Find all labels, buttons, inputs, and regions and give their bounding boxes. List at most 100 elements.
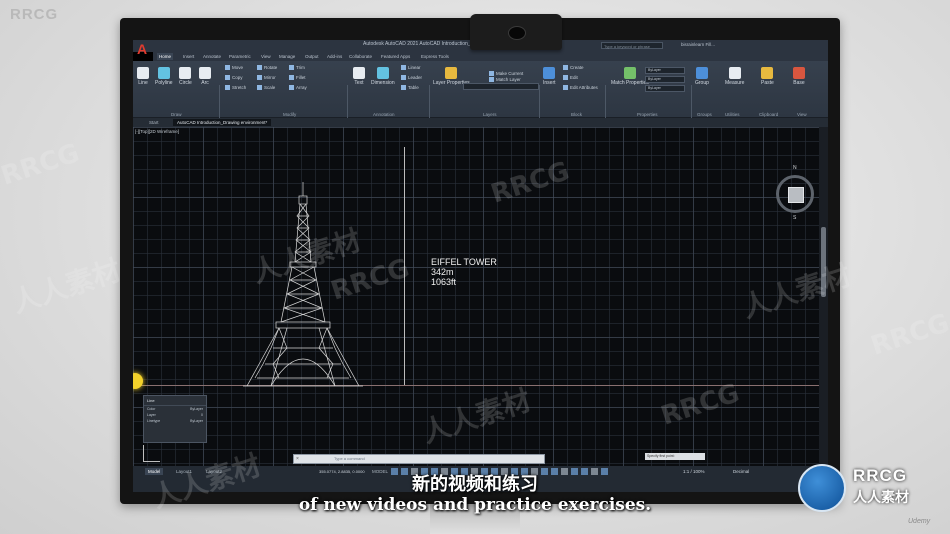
file-tabs: Start AutoCAD Introduction_Drawing envir… [133, 118, 828, 127]
table-button[interactable]: Table [401, 85, 419, 90]
properties-box[interactable]: Line Color ByLayer Layer 0 Linetype ByLayer [143, 395, 207, 443]
modify-panel-label[interactable]: Modify [283, 112, 296, 117]
copy-button[interactable]: Copy [225, 75, 243, 80]
tab-express-tools[interactable]: Express Tools [419, 53, 451, 60]
draw-panel-label[interactable]: Draw [171, 112, 182, 117]
stretch-button[interactable]: Stretch [225, 85, 246, 90]
cursor-highlight [133, 373, 143, 389]
dimension-button[interactable]: Dimension [371, 67, 395, 86]
text-button[interactable]: Text [353, 67, 365, 86]
line-button[interactable]: Line [137, 67, 149, 86]
polyline-icon [157, 67, 170, 79]
monitor: A Autodesk AutoCAD 2021 AutoCAD Introduc… [120, 18, 840, 504]
paste-icon [761, 67, 774, 79]
viewcube-north[interactable]: N [793, 165, 797, 171]
measure-button[interactable]: Measure [725, 67, 744, 86]
user-label[interactable]: bisrainlearn Fill... [681, 42, 715, 47]
make-current-icon [489, 71, 494, 76]
tab-output[interactable]: Output [303, 53, 321, 60]
autocad-logo-icon[interactable]: A [137, 41, 151, 57]
stretch-icon [225, 85, 230, 90]
viewcube[interactable] [776, 175, 814, 213]
viewcube-top-face[interactable] [788, 187, 804, 203]
block-panel-label[interactable]: Block [571, 112, 582, 117]
tab-home[interactable]: Home [157, 53, 174, 60]
eiffel-tower-drawing[interactable] [243, 182, 363, 388]
leader-icon [401, 75, 406, 80]
annotation-panel-label[interactable]: Annotation [373, 112, 395, 117]
tab-annotate[interactable]: Annotate [201, 53, 223, 60]
trim-icon [289, 65, 294, 70]
file-tab-drawing[interactable]: AutoCAD Introduction_Drawing environment… [173, 119, 272, 126]
annotation-title: EIFFEL TOWER [431, 257, 497, 267]
lineweight-dropdown[interactable]: ByLayer [645, 85, 685, 92]
brand-logo-icon [798, 464, 846, 512]
properties-panel-label[interactable]: Properties [637, 112, 658, 117]
viewport-label[interactable]: [-][Top][2D Wireframe] [135, 129, 179, 134]
tab-parametric[interactable]: Parametric [227, 53, 253, 60]
command-line[interactable]: × Type a command [293, 454, 545, 464]
properties-box-title: Line [144, 396, 206, 406]
view-panel-label[interactable]: View [797, 112, 807, 117]
scale-button[interactable]: Scale [257, 85, 275, 90]
insert-button[interactable]: Insert [543, 67, 556, 86]
drawing-area[interactable]: EIFFEL TOWER 342m 1063ft Line Color ByLay… [133, 127, 819, 466]
tab-collaborate[interactable]: Collaborate [347, 53, 374, 60]
rotate-button[interactable]: Rotate [257, 65, 277, 70]
search-input[interactable]: Type a keyword or phrase [601, 42, 663, 49]
array-button[interactable]: Array [289, 85, 307, 90]
color-dropdown[interactable]: ByLayer [645, 67, 685, 74]
tab-view[interactable]: View [259, 53, 273, 60]
x-axis-line [133, 385, 819, 386]
corner-watermark: RRCG [10, 6, 59, 23]
udemy-label: Udemy [908, 518, 931, 525]
linear-button[interactable]: Linear [401, 65, 421, 70]
linetype-dropdown[interactable]: ByLayer [645, 76, 685, 83]
mirror-button[interactable]: Mirror [257, 75, 276, 80]
screen: A Autodesk AutoCAD 2021 AutoCAD Introduc… [133, 40, 828, 492]
tab-addins[interactable]: Add-ins [325, 53, 344, 60]
arc-button[interactable]: Arc [199, 67, 211, 86]
fillet-button[interactable]: Fillet [289, 75, 306, 80]
trim-button[interactable]: Trim [289, 65, 305, 70]
groups-panel-label[interactable]: Groups [697, 112, 712, 117]
dimension-icon [376, 67, 389, 79]
circle-button[interactable]: Circle [179, 67, 192, 86]
dimension-line [404, 147, 405, 385]
edit-attributes-button[interactable]: Edit Attributes [563, 85, 598, 90]
paste-button[interactable]: Paste [761, 67, 774, 86]
mirror-icon [257, 75, 262, 80]
close-icon[interactable]: × [296, 456, 302, 462]
scrollbar-thumb[interactable] [821, 227, 826, 297]
line-icon [137, 67, 149, 79]
layer-dropdown[interactable] [463, 83, 539, 90]
vertical-scrollbar[interactable] [819, 127, 828, 466]
tab-manage[interactable]: Manage [277, 53, 297, 60]
match-layer-button[interactable]: Match Layer [489, 77, 521, 82]
group-button[interactable]: Group [695, 67, 709, 86]
edit-block-button[interactable]: Edit [563, 75, 578, 80]
make-current-button[interactable]: Make Current [489, 71, 523, 76]
ribbon-tabs: Home Insert Annotate Parametric View Man… [153, 52, 828, 61]
viewcube-south[interactable]: S [793, 215, 796, 221]
base-button[interactable]: Base [793, 67, 805, 86]
layers-panel-label[interactable]: Layers [483, 112, 497, 117]
table-icon [401, 85, 406, 90]
utilities-panel-label[interactable]: Utilities [725, 112, 740, 117]
file-tab-start[interactable]: Start [145, 119, 163, 126]
tab-featured-apps[interactable]: Featured Apps [379, 53, 412, 60]
match-properties-button[interactable]: Match Properties [611, 67, 649, 86]
move-button[interactable]: Move [225, 65, 243, 70]
leader-button[interactable]: Leader [401, 75, 422, 80]
base-icon [793, 67, 805, 79]
tab-insert[interactable]: Insert [181, 53, 196, 60]
arc-icon [199, 67, 211, 79]
command-input[interactable]: Type a command [334, 456, 365, 462]
clipboard-panel-label[interactable]: Clipboard [759, 112, 778, 117]
watermark: 人人素材 [8, 253, 125, 320]
watermark: RRCG [867, 308, 950, 362]
edit-attributes-icon [563, 85, 568, 90]
tower-annotation[interactable]: EIFFEL TOWER 342m 1063ft [431, 257, 497, 287]
polyline-button[interactable]: Polyline [155, 67, 173, 86]
create-block-button[interactable]: Create [563, 65, 584, 70]
